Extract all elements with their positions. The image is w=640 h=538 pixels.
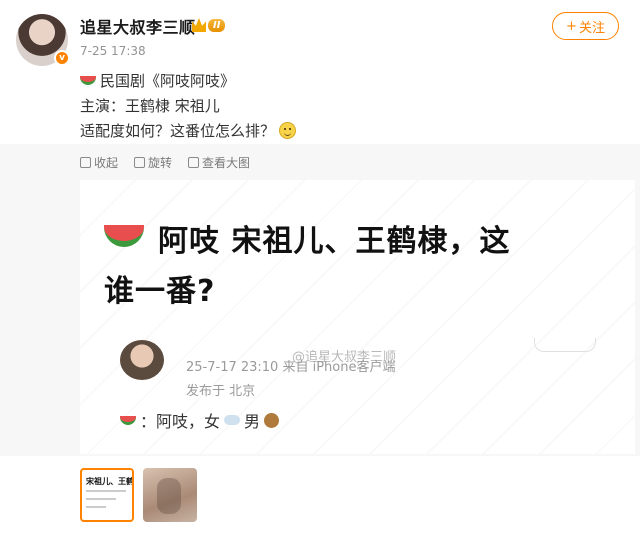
follow-button[interactable]: + 关注 — [552, 12, 619, 40]
post-text-line-2: 主演：王鹤棣 宋祖儿 — [80, 95, 220, 116]
collapse-label: 收起 — [94, 156, 119, 170]
inner-avatar — [120, 340, 164, 380]
post-text: 主演：王鹤棣 宋祖儿 — [80, 97, 220, 115]
inner-post-location: 发布于 北京 — [186, 384, 256, 399]
inner-post-meta: 25-7-17 23:10 来自 iPhone客户端 — [186, 360, 396, 375]
collapse-icon — [80, 157, 91, 168]
image-title-text: 阿吱 宋祖儿、王鹤棣，这 — [158, 224, 511, 259]
cloud-emoji-icon — [224, 415, 241, 425]
watermelon-icon — [104, 225, 144, 247]
collapse-button[interactable]: 收起 — [80, 154, 118, 171]
vip-level: II — [208, 18, 226, 32]
thumbnail-line — [86, 506, 106, 508]
smiley-emoji-icon — [279, 122, 297, 139]
thumbnail-text: 宋祖儿、王鹤棣 — [86, 477, 134, 486]
image-title-line-1: 阿吱 宋祖儿、王鹤棣，这 — [104, 216, 510, 260]
image-title-line-2: 谁一番? — [104, 274, 216, 309]
verified-badge-icon: v — [54, 50, 70, 66]
thumbnail-line — [86, 490, 126, 492]
rotate-button[interactable]: 旋转 — [134, 154, 172, 171]
post-timestamp[interactable]: 7-25 17:38 — [80, 44, 146, 58]
post-text-line-1: 民国剧《阿吱阿吱》 — [80, 70, 235, 91]
view-full-label: 查看大图 — [202, 156, 251, 170]
cropped-button-shape — [534, 338, 596, 352]
rotate-icon — [134, 157, 146, 168]
thumbnail-2[interactable] — [143, 468, 197, 522]
thumbnail-1-selected[interactable]: 宋祖儿、王鹤棣 — [80, 468, 134, 522]
vip-badge[interactable]: II — [192, 16, 226, 34]
post-text: 民国剧《阿吱阿吱》 — [100, 72, 236, 90]
post-text-line-3: 适配度如何？这番位怎么排？ — [80, 120, 297, 141]
post-text: 适配度如何？这番位怎么排？ — [80, 122, 276, 140]
thumbnail-line — [86, 498, 116, 500]
plus-icon: + — [566, 18, 577, 34]
follow-label: 关注 — [578, 20, 605, 36]
watermelon-icon — [120, 415, 136, 425]
inner-comment: ：阿吱，女 男 — [120, 408, 280, 432]
monkey-emoji-icon — [264, 412, 280, 428]
rotate-label: 旋转 — [148, 156, 173, 170]
crown-icon — [192, 18, 206, 32]
watermelon-icon — [80, 76, 96, 85]
inner-comment-text: ：阿吱，女 — [140, 412, 221, 431]
username[interactable]: 追星大叔李三顺 — [80, 14, 196, 38]
media-panel: 收起 旋转 查看大图 阿吱 宋祖儿、王鹤棣，这 谁一番? @追星大叔李三顺 25… — [0, 144, 640, 456]
magnify-icon — [188, 157, 200, 168]
media-toolbar: 收起 旋转 查看大图 — [80, 154, 250, 171]
inner-comment-text: 男 — [244, 412, 261, 431]
post-image[interactable]: 阿吱 宋祖儿、王鹤棣，这 谁一番? @追星大叔李三顺 25-7-17 23:10… — [80, 180, 635, 454]
view-full-image-button[interactable]: 查看大图 — [188, 154, 250, 171]
